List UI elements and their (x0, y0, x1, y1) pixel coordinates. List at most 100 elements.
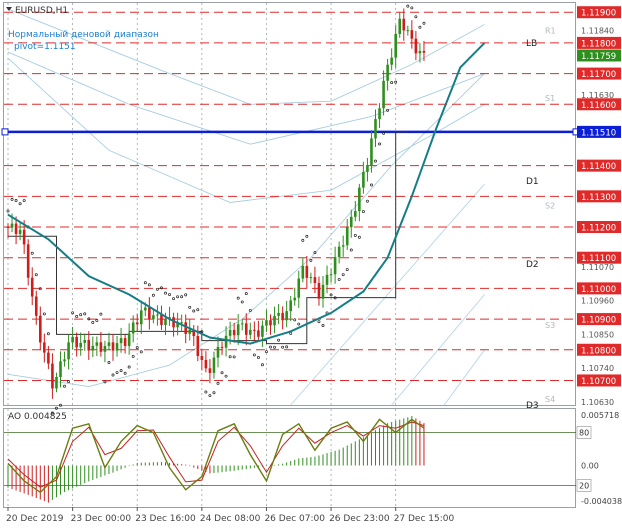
time-axis: 20 Dec 2019 23 Dec 00:00 23 Dec 16:00 24 De… (6, 507, 454, 524)
candle-body (99, 342, 103, 352)
pivot-handle-left (1, 128, 9, 136)
candle-body (337, 246, 341, 258)
candle-body (200, 356, 204, 360)
candle-body (236, 324, 240, 336)
candle-body (321, 284, 325, 299)
candle-body (83, 339, 87, 343)
candle-body (240, 323, 244, 325)
candle-body (301, 265, 305, 279)
candle-body (208, 368, 212, 373)
candle-body (358, 187, 361, 212)
candle-body (135, 322, 139, 325)
candle-body (422, 50, 426, 53)
candle-body (285, 311, 288, 321)
candle-body (244, 323, 248, 335)
candle-body (59, 361, 62, 378)
candle-body (127, 333, 131, 347)
candle-body (18, 229, 22, 234)
candle-body (216, 346, 220, 358)
price-tag-label: 1.10900 (581, 316, 616, 326)
line-end-label: LB (526, 39, 537, 49)
price-tag-label: 1.11200 (581, 224, 616, 234)
candle-body (107, 342, 111, 346)
candle-body (370, 138, 373, 166)
candle-body (87, 339, 91, 351)
price-tag-label: 1.11510 (581, 128, 616, 138)
candle-body (410, 30, 414, 39)
candle-body (297, 278, 301, 298)
time-tick-label: 20 Dec 2019 (6, 514, 64, 524)
price-tick-label: 1.10960 (581, 297, 614, 306)
candle-body (257, 330, 260, 337)
candle-body (349, 216, 353, 228)
candle-body (95, 342, 99, 346)
candle-body (277, 312, 280, 316)
candle-body (6, 227, 10, 229)
price-tick-label: 1.10740 (581, 364, 614, 373)
chart-canvas: R1 S1 S2 S3 S4 LB D1 D2 D3 1.11900 1.11840 1.1180… (1, 2, 622, 524)
candle-body (281, 312, 284, 321)
candle-body (148, 307, 151, 320)
price-tick-label: 1.11070 (581, 263, 614, 272)
ao-tick-label: 0.00 (581, 462, 599, 471)
price-tick-label: 1.10850 (581, 330, 614, 339)
candle-body (390, 57, 393, 65)
candle-body (317, 283, 321, 299)
candle-body (34, 296, 38, 316)
candle-body (289, 300, 292, 312)
candle-body (156, 314, 159, 316)
candle-body (418, 50, 422, 54)
price-tick-label: 1.10630 (581, 398, 614, 407)
candle-body (115, 343, 119, 351)
candle-body (111, 342, 115, 351)
candle-body (329, 274, 333, 276)
candle-body (164, 319, 167, 325)
line-end-label: D2 (526, 260, 539, 270)
ao-label: AO 0.004825 (8, 412, 67, 422)
price-tag-label: 1.11759 (581, 52, 616, 62)
candle-body (402, 18, 406, 31)
candle-body (75, 336, 78, 348)
candle-body (47, 352, 50, 364)
time-tick-label: 23 Dec 16:00 (135, 514, 196, 524)
candle-body (232, 329, 236, 336)
stoch-level-label: 80 (579, 429, 589, 438)
candle-body (91, 345, 95, 351)
level-marker-label: S4 (545, 395, 555, 404)
candle-body (309, 277, 313, 279)
candle-body (43, 342, 46, 353)
candle-body (354, 211, 357, 217)
time-tick-label: 26 Dec 07:00 (264, 514, 325, 524)
candle-body (220, 346, 224, 348)
candle-body (362, 171, 365, 188)
price-tag-label: 1.10800 (581, 346, 616, 356)
candle-body (382, 80, 385, 109)
candle-body (414, 38, 418, 54)
line-end-label: D1 (526, 177, 539, 187)
candle-body (406, 30, 410, 32)
candle-body (212, 357, 216, 373)
candle-body (269, 320, 272, 326)
candle-body (184, 322, 187, 334)
price-tag-label: 1.11300 (581, 193, 616, 203)
level-marker-label: R1 (545, 27, 556, 36)
candle-body (63, 359, 66, 362)
candle-body (374, 119, 377, 139)
stoch-level-label: 20 (579, 481, 589, 490)
pivot-text: pivot=1.1151 (14, 42, 76, 52)
candle-body (265, 320, 268, 326)
candle-body (313, 277, 317, 284)
time-tick-label: 23 Dec 00:00 (71, 514, 132, 524)
candle-body (188, 329, 192, 334)
price-tag-label: 1.11700 (581, 70, 616, 80)
candle-body (30, 277, 34, 297)
candle-body (394, 33, 397, 58)
candle-body (26, 244, 30, 278)
candle-body (228, 329, 232, 336)
candle-body (123, 338, 127, 347)
candle-body (333, 257, 337, 275)
candle-body (261, 325, 264, 337)
candle-body (55, 377, 58, 389)
time-tick-label: 24 Dec 08:00 (200, 514, 261, 524)
line-end-label: D3 (526, 401, 539, 411)
